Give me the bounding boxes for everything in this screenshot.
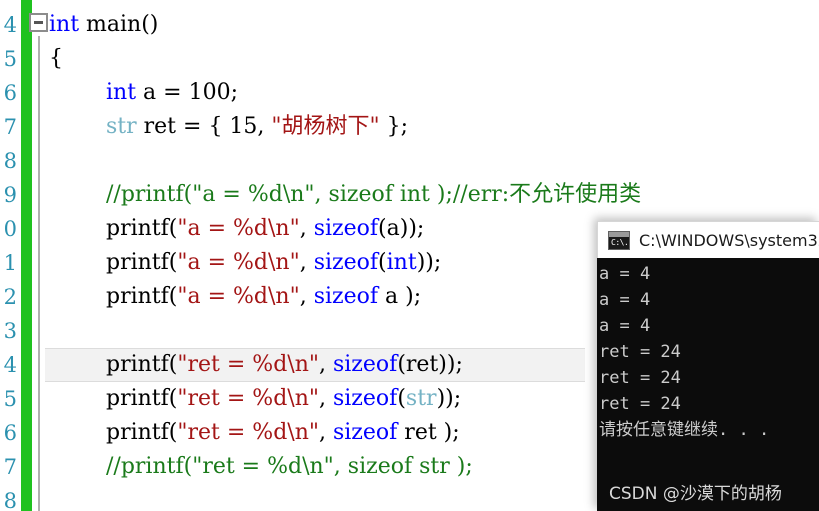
code-token: (a));	[378, 216, 425, 241]
code-token: ret = { 15,	[136, 114, 272, 139]
console-title-text: C:\WINDOWS\system32\cm	[639, 230, 819, 250]
code-token: sizeof	[332, 386, 398, 411]
code-token: sizeof	[332, 352, 398, 377]
code-token: //printf("ret = %d\n", sizeof str );	[106, 454, 473, 479]
code-token: (	[378, 250, 387, 275]
code-token: int	[106, 80, 137, 105]
console-output-line: a = 4	[599, 290, 651, 310]
code-line[interactable]: //printf("ret = %d\n", sizeof str );	[106, 450, 473, 484]
csdn-watermark: CSDN @沙漠下的胡杨	[609, 484, 782, 504]
code-token: (	[397, 386, 406, 411]
code-line[interactable]: printf("ret = %d\n", sizeof(ret));	[106, 348, 463, 382]
code-token: "a = %d\n"	[177, 284, 300, 309]
code-token: "胡杨树下"	[271, 114, 380, 139]
console-window[interactable]: C:\. C:\WINDOWS\system32\cm a = 4a = 4a …	[597, 221, 819, 511]
code-line[interactable]: printf("a = %d\n", sizeof a );	[106, 280, 421, 314]
code-token: ,	[318, 420, 333, 445]
code-line[interactable]: printf("ret = %d\n", sizeof(str));	[106, 382, 461, 416]
code-token: "ret = %d\n"	[177, 386, 319, 411]
code-token: ret );	[397, 420, 460, 445]
code-token: };	[379, 114, 409, 139]
code-token: ,	[299, 250, 314, 275]
code-token: "a = %d\n"	[177, 216, 300, 241]
code-token: ));	[416, 250, 442, 275]
code-token: sizeof	[313, 250, 379, 275]
code-line[interactable]: {	[49, 42, 63, 76]
code-token: printf(	[106, 284, 178, 309]
code-token: printf(	[106, 250, 178, 275]
code-token: //printf("a = %d\n", sizeof int );//err:…	[106, 182, 642, 207]
code-token: "ret = %d\n"	[177, 352, 319, 377]
code-token: (ret));	[397, 352, 463, 377]
code-line[interactable]: printf("ret = %d\n", sizeof ret );	[106, 416, 460, 450]
code-token: ,	[318, 386, 333, 411]
console-output-line: 请按任意键继续. . .	[599, 420, 770, 440]
console-output-line: ret = 24	[599, 368, 681, 388]
console-output-line: ret = 24	[599, 394, 681, 414]
code-token: sizeof	[313, 216, 379, 241]
code-line[interactable]: printf("a = %d\n", sizeof(int));	[106, 246, 441, 280]
console-output-line: a = 4	[599, 316, 651, 336]
console-output-line: ret = 24	[599, 342, 681, 362]
code-token: printf(	[106, 420, 178, 445]
screenshot-root: 456789012345678 int main(){int a = 100; s…	[0, 0, 819, 511]
code-token: ,	[299, 284, 314, 309]
code-token: ,	[318, 352, 333, 377]
code-line[interactable]: str ret = { 15, "胡杨树下" };	[106, 110, 408, 144]
code-token: printf(	[106, 352, 178, 377]
code-token: ));	[436, 386, 462, 411]
code-token: sizeof	[332, 420, 398, 445]
code-line[interactable]: printf("a = %d\n", sizeof(a));	[106, 212, 424, 246]
code-token: a = 100;	[136, 80, 238, 105]
code-token: a );	[378, 284, 422, 309]
code-token: sizeof	[313, 284, 379, 309]
code-token: int	[49, 12, 80, 37]
code-token: main()	[79, 12, 159, 37]
code-token: int	[386, 250, 417, 275]
code-token: printf(	[106, 216, 178, 241]
code-token: {	[49, 46, 63, 71]
code-token: str	[405, 386, 437, 411]
console-output-line: a = 4	[599, 264, 651, 284]
cmd-icon: C:\.	[608, 230, 630, 250]
code-line[interactable]: int a = 100;	[106, 76, 238, 110]
code-token: printf(	[106, 386, 178, 411]
cmd-icon-prompt: C:\.	[611, 237, 629, 247]
code-line[interactable]: int main()	[49, 8, 158, 42]
code-token: ,	[299, 216, 314, 241]
console-title-bar[interactable]: C:\. C:\WINDOWS\system32\cm	[597, 221, 819, 258]
code-token: str	[106, 114, 137, 139]
code-line[interactable]: //printf("a = %d\n", sizeof int );//err:…	[106, 178, 641, 212]
code-token: "ret = %d\n"	[177, 420, 319, 445]
code-token: "a = %d\n"	[177, 250, 300, 275]
console-output-area[interactable]: a = 4 a = 4 a = 4 ret = 24 ret = 24 ret = 24 请…	[597, 258, 819, 511]
